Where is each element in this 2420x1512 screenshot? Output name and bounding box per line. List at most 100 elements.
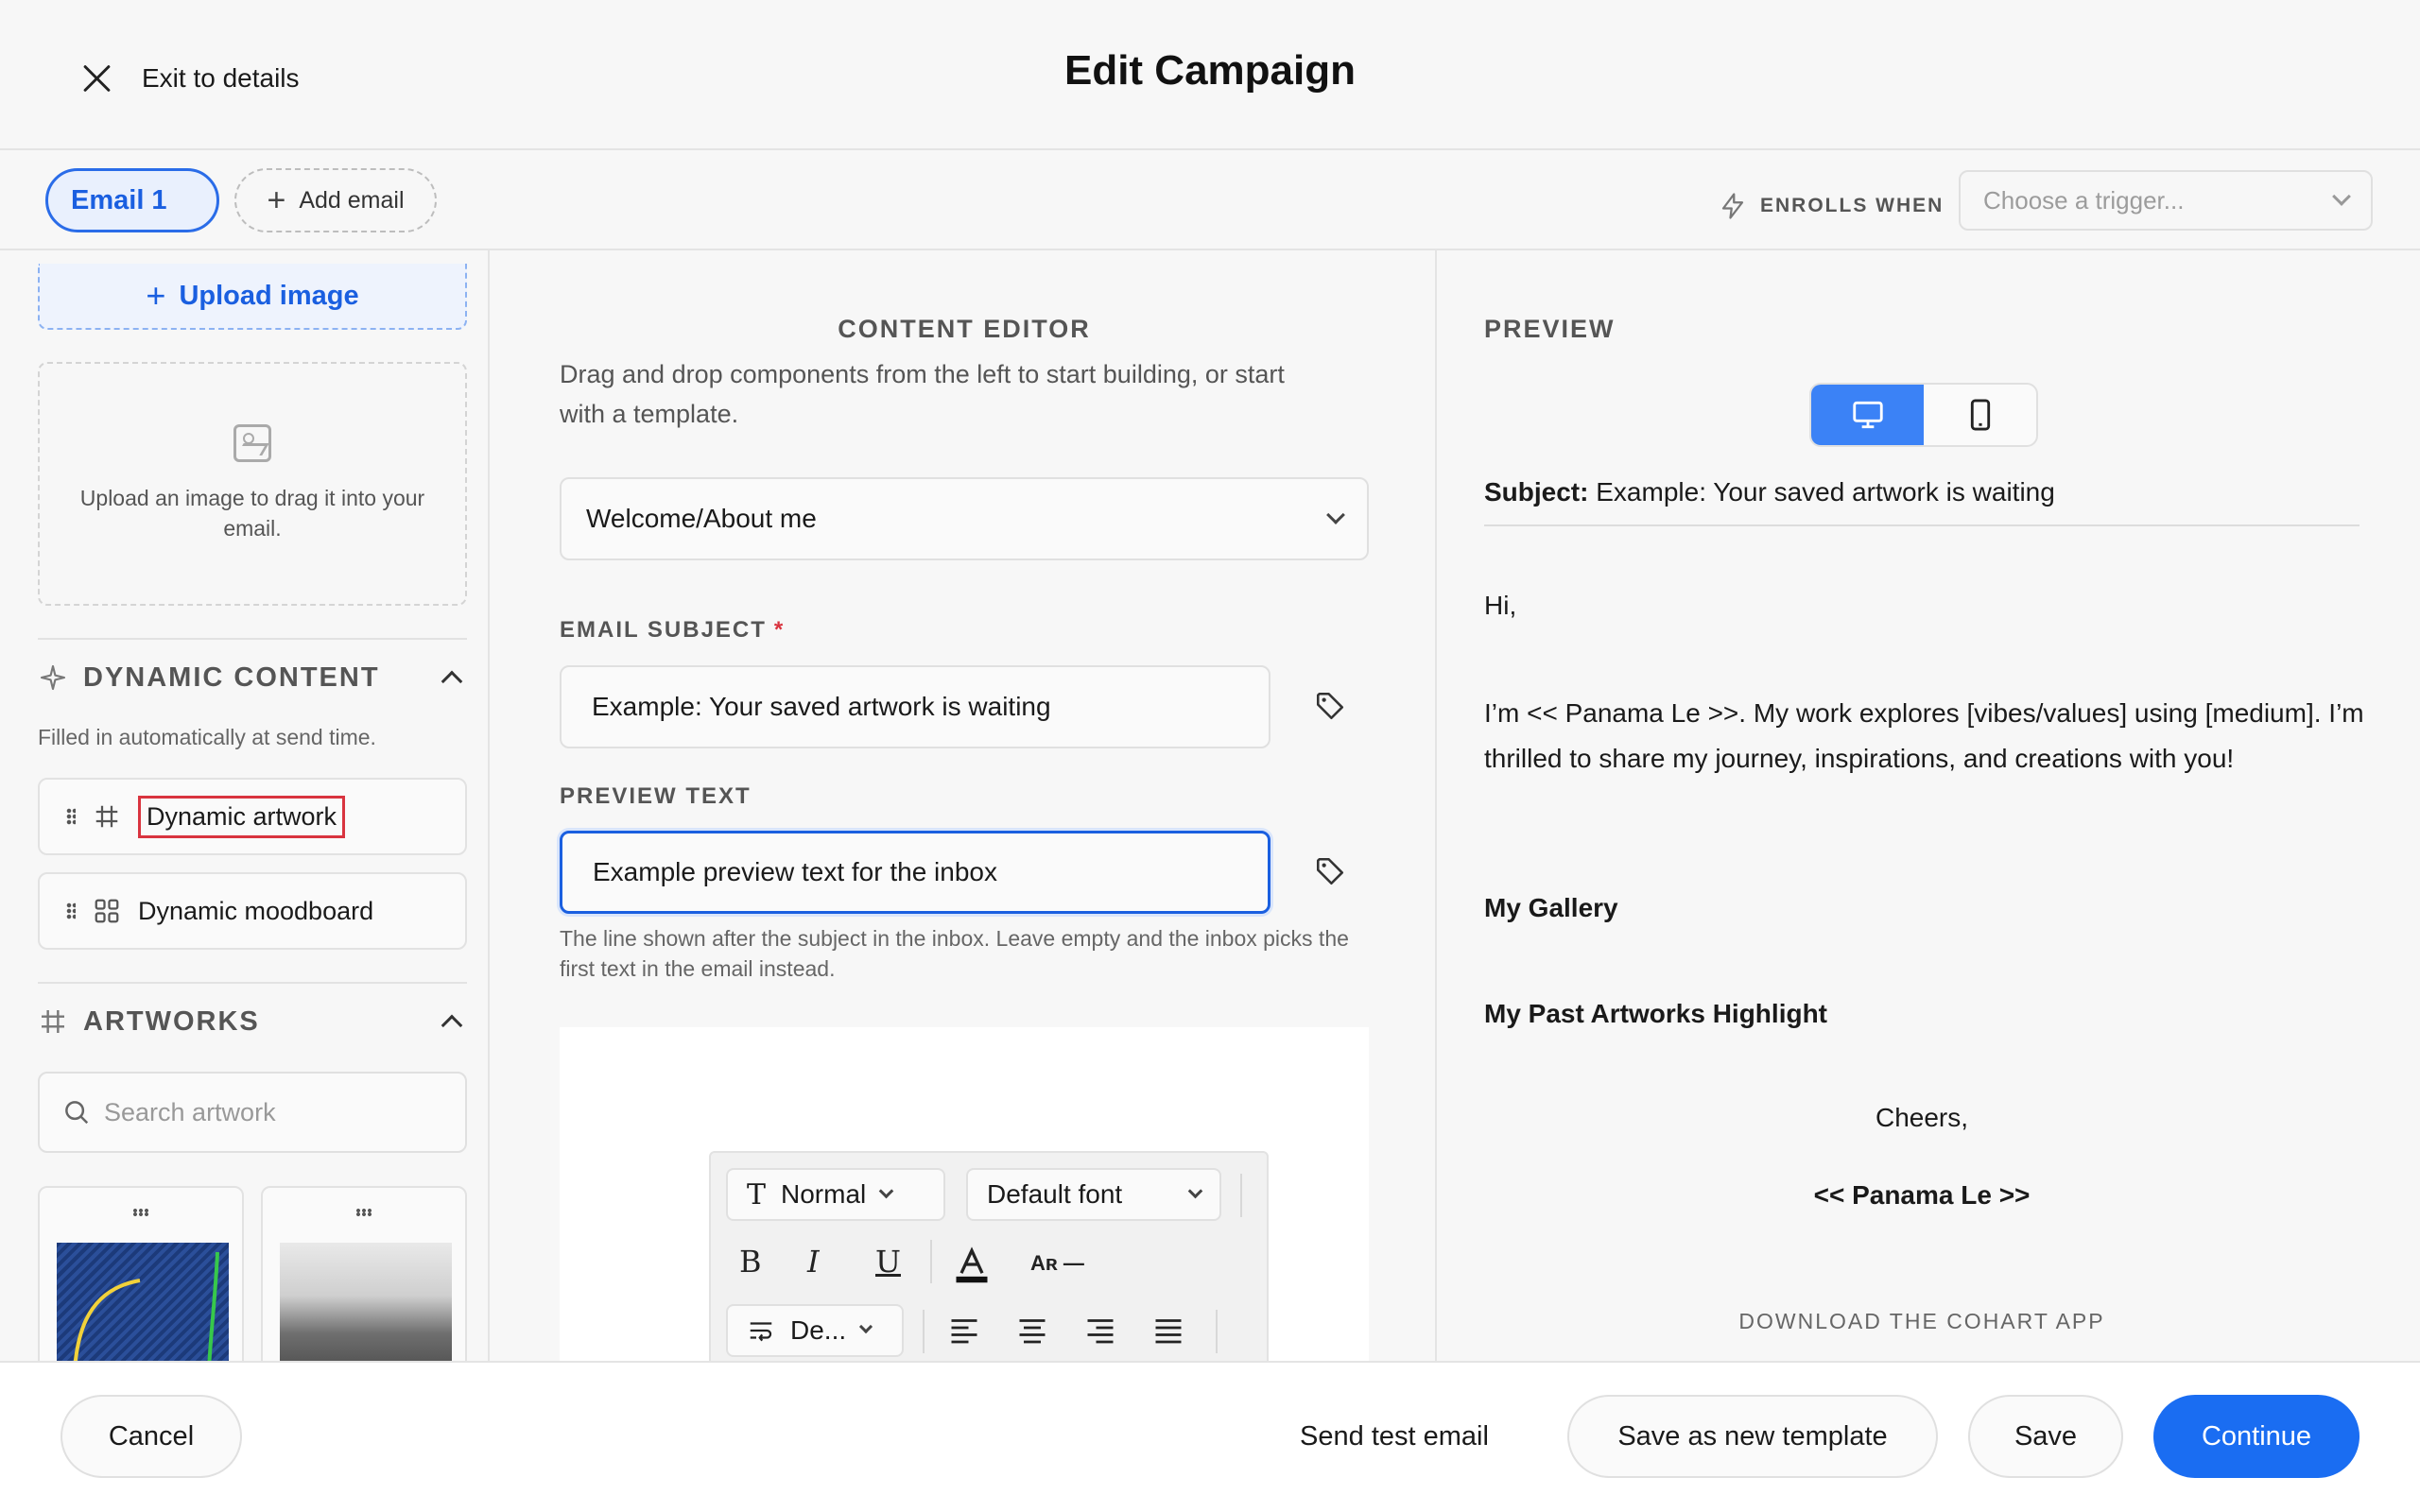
chevron-down-icon xyxy=(1326,506,1345,524)
preview-download-link[interactable]: DOWNLOAD THE COHART APP xyxy=(1484,1309,2360,1334)
align-left-icon[interactable] xyxy=(947,1314,981,1348)
top-header: Exit to details Edit Campaign xyxy=(0,0,2420,150)
mobile-preview-button[interactable] xyxy=(1924,385,2036,445)
image-dropzone[interactable]: Upload an image to drag it into your ema… xyxy=(38,362,467,606)
chevron-down-icon xyxy=(2332,187,2351,206)
artworks-header[interactable]: ARTWORKS xyxy=(38,993,467,1050)
search-placeholder: Search artwork xyxy=(104,1097,276,1126)
text-style-select[interactable]: T Normal xyxy=(726,1168,945,1221)
enrolls-when-label: ENROLLS WHEN xyxy=(1719,192,1944,220)
font-size-button[interactable]: Aʀ — xyxy=(1030,1251,1084,1276)
upload-image-label: Upload image xyxy=(179,280,359,311)
trigger-placeholder: Choose a trigger... xyxy=(1983,185,2185,215)
preview-subject-value: Example: Your saved artwork is waiting xyxy=(1596,477,2055,507)
dynamic-artwork-label: Dynamic artwork xyxy=(138,795,346,838)
line-height-value: De... xyxy=(790,1315,847,1345)
toolbar-separator xyxy=(930,1240,932,1283)
email-tabs-bar: Email 1 + Add email ENROLLS WHEN Choose … xyxy=(0,150,2420,250)
dynamic-content-title: DYNAMIC CONTENT xyxy=(83,662,380,693)
dynamic-content-note: Filled in automatically at send time. xyxy=(38,725,376,749)
preview-signature: << Panama Le >> xyxy=(1813,1180,2031,1210)
artwork-thumbnail xyxy=(57,1243,229,1361)
hash-icon xyxy=(42,1010,64,1033)
sparkle-icon xyxy=(40,664,66,691)
content-editor-description: Drag and drop components from the left t… xyxy=(560,360,1285,428)
tab-email-1[interactable]: Email 1 xyxy=(45,168,219,232)
wrap-icon xyxy=(750,1322,772,1342)
text-style-value: Normal xyxy=(781,1179,867,1209)
chevron-up-icon[interactable] xyxy=(441,670,463,693)
add-email-button[interactable]: + Add email xyxy=(234,168,437,232)
artworks-title: ARTWORKS xyxy=(83,1005,260,1037)
bold-button[interactable]: B xyxy=(739,1244,762,1280)
template-value: Welcome/About me xyxy=(586,504,817,533)
plus-icon: + xyxy=(267,182,286,218)
preview-panel: PREVIEW Subject: Example: Your saved art… xyxy=(1439,250,2420,1361)
artwork-thumbnail xyxy=(280,1243,452,1361)
line-height-select[interactable]: De... xyxy=(726,1304,904,1357)
search-artwork-input[interactable]: Search artwork xyxy=(38,1072,467,1153)
continue-button[interactable]: Continue xyxy=(2153,1395,2360,1478)
preview-subject-label: Subject: xyxy=(1484,477,1589,507)
upload-image-button[interactable]: + Upload image xyxy=(38,264,467,330)
text-color-icon[interactable] xyxy=(951,1244,993,1285)
drag-handle-icon[interactable] xyxy=(355,1209,372,1216)
dynamic-content-header[interactable]: DYNAMIC CONTENT xyxy=(38,649,467,706)
device-toggle xyxy=(1809,383,2038,447)
preview-subject: Subject: Example: Your saved artwork is … xyxy=(1484,477,2360,526)
cancel-button[interactable]: Cancel xyxy=(60,1395,242,1478)
dropzone-text: Upload an image to drag it into your ema… xyxy=(79,486,425,541)
text-style-icon: T xyxy=(747,1177,767,1211)
align-right-icon[interactable] xyxy=(1083,1314,1117,1348)
save-button[interactable]: Save xyxy=(1968,1395,2123,1478)
drag-handle-icon[interactable] xyxy=(132,1209,149,1216)
search-icon xyxy=(65,1101,89,1125)
lightning-icon xyxy=(1721,193,1744,219)
mobile-icon xyxy=(1970,399,1990,431)
align-justify-icon[interactable] xyxy=(1151,1314,1185,1348)
divider xyxy=(38,638,467,640)
desktop-preview-button[interactable] xyxy=(1811,385,1924,445)
divider xyxy=(38,982,467,984)
dynamic-moodboard-item[interactable]: Dynamic moodboard xyxy=(38,872,467,950)
dynamic-artwork-item[interactable]: Dynamic artwork xyxy=(38,778,467,855)
page-title: Edit Campaign xyxy=(1063,47,1357,94)
chevron-down-icon xyxy=(878,1183,894,1198)
preview-greeting: Hi, xyxy=(1484,591,1517,620)
artwork-lines xyxy=(73,1251,219,1361)
underline-button[interactable]: U xyxy=(875,1244,901,1280)
italic-button[interactable]: I xyxy=(807,1244,820,1280)
toolbar-separator xyxy=(1240,1174,1242,1217)
preview-text-hint: The line shown after the subject in the … xyxy=(560,926,1349,981)
dynamic-moodboard-label: Dynamic moodboard xyxy=(138,896,374,925)
preview-text-value: Example preview text for the inbox xyxy=(593,857,997,886)
email-subject-input[interactable]: Example: Your saved artwork is waiting xyxy=(560,665,1270,748)
tag-icon[interactable] xyxy=(1314,855,1346,887)
save-as-template-button[interactable]: Save as new template xyxy=(1567,1395,1938,1478)
chevron-down-icon xyxy=(859,1319,873,1334)
drag-handle-icon[interactable] xyxy=(66,808,76,825)
tag-icon[interactable] xyxy=(1314,690,1346,722)
preview-text-input[interactable]: Example preview text for the inbox xyxy=(560,831,1270,914)
align-center-icon[interactable] xyxy=(1015,1314,1049,1348)
preview-body: I’m << Panama Le >>. My work explores [v… xyxy=(1484,698,2364,773)
artwork-card[interactable] xyxy=(38,1186,244,1361)
font-family-value: Default font xyxy=(987,1179,1123,1209)
trigger-select[interactable]: Choose a trigger... xyxy=(1959,170,2373,231)
template-select[interactable]: Welcome/About me xyxy=(560,477,1369,560)
font-family-select[interactable]: Default font xyxy=(966,1168,1221,1221)
email-subject-label: EMAIL SUBJECT * xyxy=(560,617,786,643)
send-test-email-button[interactable]: Send test email xyxy=(1276,1395,1512,1478)
artwork-card[interactable] xyxy=(261,1186,467,1361)
add-email-label: Add email xyxy=(299,186,405,214)
email-subject-value: Example: Your saved artwork is waiting xyxy=(592,692,1051,721)
image-icon xyxy=(233,424,271,462)
preview-gallery-heading: My Gallery xyxy=(1484,893,1618,922)
plus-icon: + xyxy=(146,276,166,315)
drag-handle-icon[interactable] xyxy=(66,902,76,919)
preview-signoff: Cheers, xyxy=(1875,1103,1969,1132)
hash-icon xyxy=(95,805,118,828)
toolbar-separator xyxy=(1216,1310,1218,1353)
chevron-up-icon[interactable] xyxy=(441,1014,463,1037)
footer-actions: Cancel Send test email Save as new templ… xyxy=(0,1361,2420,1512)
